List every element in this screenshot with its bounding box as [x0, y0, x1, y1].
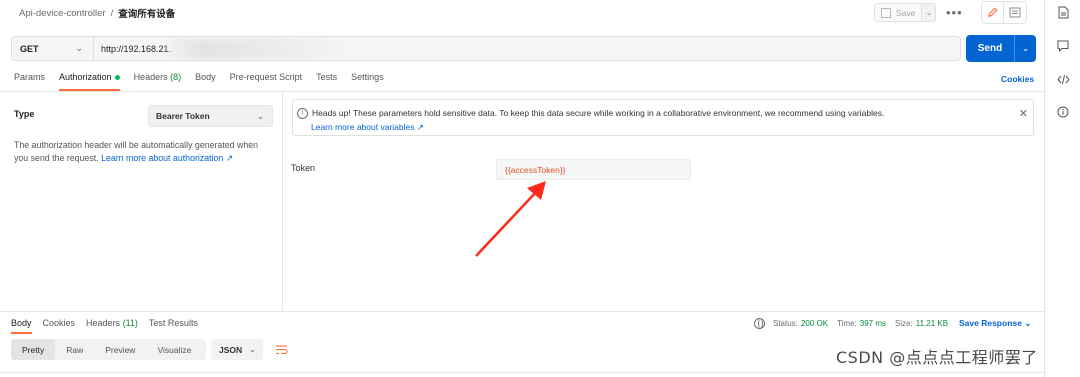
view-mode-toggle	[981, 1, 1027, 24]
divider	[0, 372, 1044, 373]
http-method-select[interactable]: GET ⌄	[11, 36, 93, 61]
banner-text: Heads up! These parameters hold sensitiv…	[312, 108, 885, 118]
url-redaction-blur	[165, 39, 345, 59]
tab-headers[interactable]: Headers (8)	[134, 72, 182, 91]
tab-pre-request-script[interactable]: Pre-request Script	[230, 72, 303, 91]
token-input[interactable]: {{accessToken}}	[496, 159, 691, 180]
auth-type-select[interactable]: Bearer Token ⌄	[148, 105, 273, 127]
send-label: Send	[977, 43, 1003, 54]
wrap-lines-icon[interactable]	[271, 341, 291, 358]
documentation-mode-icon[interactable]	[1004, 2, 1026, 23]
save-dropdown-chevron-icon[interactable]: ⌄	[922, 3, 937, 22]
more-options-icon[interactable]: •••	[946, 5, 963, 20]
comments-icon[interactable]	[1056, 39, 1070, 53]
response-format-tabs: Pretty Raw Preview Visualize	[11, 339, 206, 360]
format-visualize[interactable]: Visualize	[146, 339, 202, 360]
breadcrumb-separator: /	[110, 7, 114, 19]
auth-type-value: Bearer Token	[156, 111, 210, 121]
status-value[interactable]: 200 OK	[801, 319, 828, 328]
tab-params[interactable]: Params	[14, 72, 45, 91]
auth-type-panel: Type Bearer Token ⌄ The authorization he…	[0, 92, 283, 311]
documentation-icon[interactable]	[1056, 5, 1070, 19]
response-tab-body[interactable]: Body	[11, 318, 32, 334]
tab-authorization[interactable]: Authorization	[59, 72, 120, 91]
response-language-value: JSON	[219, 344, 243, 355]
edit-mode-pencil-icon[interactable]	[982, 2, 1004, 23]
learn-more-authorization-link[interactable]: Learn more about authorization ↗	[101, 153, 233, 163]
divider	[0, 311, 1044, 312]
tab-tests[interactable]: Tests	[316, 72, 337, 91]
response-headers-count: (11)	[122, 318, 138, 328]
globe-icon[interactable]	[754, 318, 765, 329]
info-icon[interactable]	[1056, 105, 1070, 119]
format-raw[interactable]: Raw	[55, 339, 94, 360]
code-icon[interactable]	[1056, 72, 1070, 86]
tab-body[interactable]: Body	[195, 72, 216, 91]
save-response-button[interactable]: Save Response ⌄	[959, 318, 1031, 329]
breadcrumb-parent[interactable]: Api-device-controller	[19, 8, 106, 19]
save-label: Save	[896, 7, 916, 18]
send-dropdown-chevron-icon[interactable]: ⌄	[1014, 35, 1036, 62]
cookies-link[interactable]: Cookies	[1001, 74, 1034, 84]
auth-description: The authorization header will be automat…	[14, 140, 259, 163]
watermark: CSDN @点点点工程师罢了	[836, 348, 1038, 367]
auth-type-label: Type	[14, 109, 35, 119]
size-label: Size:	[894, 319, 913, 328]
http-method-value: GET	[20, 43, 39, 54]
active-indicator-dot	[114, 75, 120, 81]
info-icon: !	[297, 108, 308, 119]
response-tabs: Body Cookies Headers (11) Test Results	[11, 318, 209, 336]
sensitive-data-banner: ! Heads up! These parameters hold sensit…	[292, 99, 1034, 136]
chevron-down-icon: ⌄	[256, 110, 264, 121]
save-group: Save ⌄	[874, 3, 937, 22]
response-meta: Status: 200 OK Time: 397 ms Size: 11.21 …	[754, 318, 957, 329]
chevron-down-icon: ⌄	[75, 43, 83, 53]
response-tab-test-results[interactable]: Test Results	[149, 318, 198, 334]
url-value: http://192.168.21.	[101, 43, 172, 54]
size-value[interactable]: 11.21 KB	[916, 319, 948, 328]
request-tabs: Params Authorization Headers (8) Body Pr…	[14, 72, 398, 92]
token-label: Token	[291, 163, 316, 173]
save-button[interactable]: Save	[874, 3, 923, 22]
response-language-select[interactable]: JSON ⌄	[211, 339, 263, 360]
response-tab-cookies[interactable]: Cookies	[43, 318, 76, 334]
save-icon	[881, 7, 891, 18]
chevron-down-icon: ⌄	[248, 344, 256, 354]
right-sidebar	[1044, 0, 1080, 377]
learn-more-variables-link[interactable]: Learn more about variables ↗	[311, 122, 424, 133]
format-preview[interactable]: Preview	[94, 339, 146, 360]
status-label: Status:	[773, 319, 798, 328]
headers-count: (8)	[170, 72, 182, 82]
time-label: Time:	[837, 319, 857, 328]
tab-settings[interactable]: Settings	[351, 72, 384, 91]
time-value[interactable]: 397 ms	[860, 319, 886, 328]
format-pretty[interactable]: Pretty	[11, 339, 56, 360]
token-value: {{accessToken}}	[505, 164, 566, 175]
chevron-down-icon: ⌄	[1024, 318, 1032, 328]
response-tab-headers[interactable]: Headers (11)	[86, 318, 138, 334]
close-icon[interactable]: ✕	[1019, 107, 1028, 120]
send-button[interactable]: Send ⌄	[966, 35, 1036, 62]
request-title[interactable]: 查询所有设备	[118, 6, 175, 20]
